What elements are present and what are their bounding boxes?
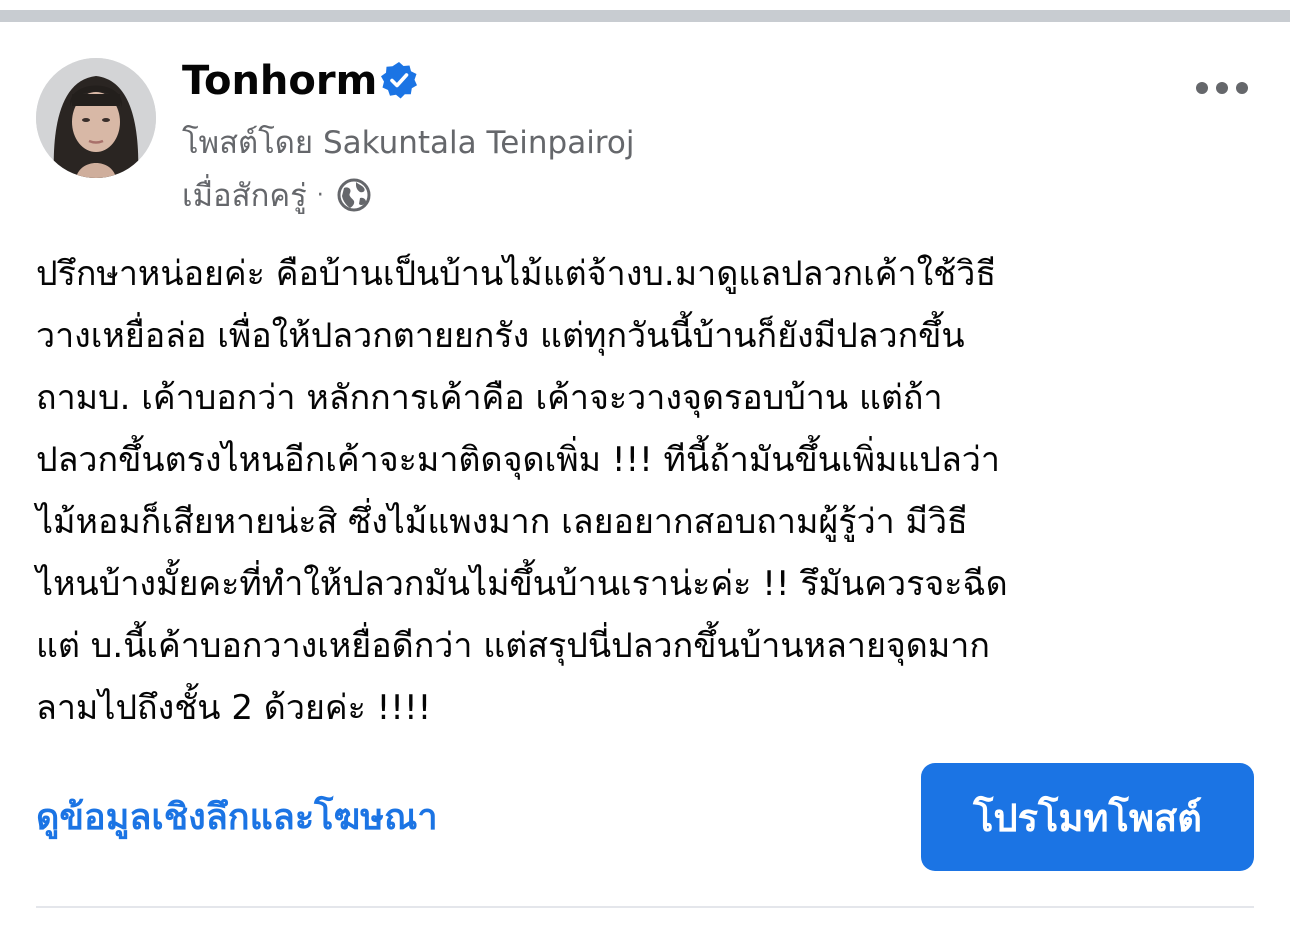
post-text-line: ไม้หอมก็เสียหายน่ะสิ ซึ่งไม้แพงมาก เลยอย… [36, 502, 968, 542]
verified-badge-icon [381, 62, 417, 99]
post-text-line: ลามไปถึงชั้น 2 ด้วยค่ะ !!!! [36, 688, 432, 728]
post-text-line: ถามบ. เค้าบอกว่า หลักการเค้าคือ เค้าจะวา… [36, 378, 943, 418]
timestamp[interactable]: เมื่อสักครู่ [182, 170, 307, 220]
bottom-divider [36, 906, 1254, 908]
insights-and-ads-link[interactable]: ดูข้อมูลเชิงลึกและโฆษณา [36, 787, 438, 849]
post-text-line: แต่ บ.นี้เค้าบอกวางเหยื่อดีกว่า แต่สรุปน… [36, 626, 990, 666]
more-horizontal-icon [1216, 82, 1228, 94]
globe-icon[interactable] [336, 177, 372, 213]
post-text-line: ไหนบ้างมั้ยคะที่ทำให้ปลวกมันไม่ขึ้นบ้านเ… [36, 564, 1008, 604]
more-horizontal-icon [1196, 82, 1208, 94]
post-text-line: วางเหยื่อล่อ เพื่อให้ปลวกตายยกรัง แต่ทุก… [36, 316, 965, 356]
section-divider [0, 10, 1290, 22]
posted-by-text[interactable]: โพสต์โดย Sakuntala Teinpairoj [182, 121, 634, 165]
more-options-button[interactable] [1192, 70, 1252, 106]
more-horizontal-icon [1236, 82, 1248, 94]
promote-post-button[interactable]: โปรโมทโพสต์ [921, 763, 1254, 871]
page-name[interactable]: Tonhorm [182, 56, 377, 106]
post-meta: เมื่อสักครู่ · [182, 173, 372, 217]
avatar[interactable] [36, 58, 156, 178]
meta-separator: · [316, 182, 324, 208]
post-text-line: ปลวกขึ้นตรงไหนอีกเค้าจะมาติดจุดเพิ่ม !!!… [36, 440, 1000, 480]
top-strip [0, 0, 1290, 10]
post-text-line: ปรึกษาหน่อยค่ะ คือบ้านเป็นบ้านไม้แต่จ้าง… [36, 254, 997, 294]
post-text: ปรึกษาหน่อยค่ะ คือบ้านเป็นบ้านไม้แต่จ้าง… [36, 243, 1258, 739]
